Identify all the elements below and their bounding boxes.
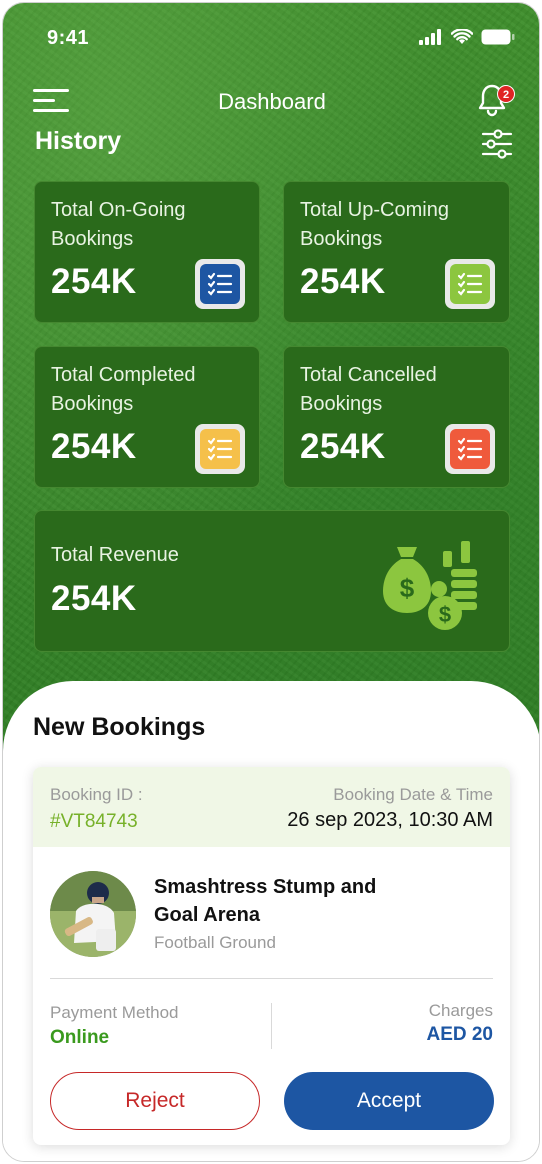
reject-button[interactable]: Reject — [50, 1072, 260, 1130]
divider — [271, 1003, 272, 1049]
status-time: 9:41 — [47, 27, 90, 49]
venue-avatar — [50, 871, 136, 957]
venue-name: Smashtress Stump and Goal Arena — [154, 876, 377, 926]
wifi-icon — [451, 29, 473, 44]
battery-icon — [481, 29, 515, 45]
booking-id-label: Booking ID : — [50, 785, 143, 804]
booking-datetime-label: Booking Date & Time — [333, 785, 493, 804]
stat-card-completed[interactable]: Total Completed Bookings 254K — [34, 346, 260, 488]
charges-amount: AED 20 — [426, 1024, 493, 1045]
accept-button[interactable]: Accept — [284, 1072, 494, 1130]
booking-datetime: 26 sep 2023, 10:30 AM — [287, 809, 493, 831]
status-icons — [419, 29, 515, 45]
venue-type: Football Ground — [154, 933, 276, 952]
notifications-button[interactable]: 2 — [477, 83, 515, 119]
checklist-icon — [200, 264, 240, 304]
revenue-label: Total Revenue — [51, 544, 179, 566]
stat-icon-wrap — [445, 259, 495, 309]
dashboard-hero: 9:41 Dashboard 2 History Total On-Going … — [3, 3, 539, 763]
stat-value: 254K — [51, 427, 137, 466]
notification-badge: 2 — [497, 85, 515, 103]
filter-button[interactable] — [481, 129, 513, 159]
checklist-icon — [450, 264, 490, 304]
stat-value: 254K — [51, 262, 137, 301]
stat-icon-wrap — [195, 424, 245, 474]
stat-card-cancelled[interactable]: Total Cancelled Bookings 254K — [283, 346, 510, 488]
divider — [50, 978, 493, 979]
section-title: History — [35, 127, 122, 155]
stat-label: Total Completed Bookings — [51, 364, 196, 415]
stat-card-ongoing[interactable]: Total On-Going Bookings 254K — [34, 181, 260, 323]
stat-card-revenue[interactable]: Total Revenue 254K $ $ — [34, 510, 510, 652]
stat-icon-wrap — [195, 259, 245, 309]
checklist-icon — [200, 429, 240, 469]
stat-label: Total Up-Coming Bookings — [300, 199, 449, 250]
payment-method-label: Payment Method — [50, 1003, 179, 1022]
charges-label: Charges — [428, 1001, 493, 1020]
new-bookings-sheet: New Bookings Booking ID : #VT84743 Booki… — [3, 681, 539, 1161]
stat-card-upcoming[interactable]: Total Up-Coming Bookings 254K — [283, 181, 510, 323]
new-bookings-title: New Bookings — [33, 713, 206, 741]
cellular-signal-icon — [419, 29, 441, 45]
booking-id: #VT84743 — [50, 811, 138, 832]
payment-method: Online — [50, 1027, 110, 1048]
stat-value: 254K — [300, 427, 386, 466]
money-bags-chart-icon: $ $ — [383, 541, 477, 630]
stat-label: Total On-Going Bookings — [51, 199, 186, 250]
cricket-player-photo-icon — [50, 871, 136, 957]
page-title: Dashboard — [218, 89, 326, 114]
stat-label: Total Cancelled Bookings — [300, 364, 437, 415]
booking-card[interactable]: Booking ID : #VT84743 Booking Date & Tim… — [33, 767, 510, 1145]
filter-sliders-icon — [481, 129, 513, 159]
booking-header: Booking ID : #VT84743 Booking Date & Tim… — [33, 767, 510, 847]
phone-screen: 9:41 Dashboard 2 History Total On-Going … — [2, 2, 540, 1162]
stat-value: 254K — [300, 262, 386, 301]
checklist-icon — [450, 429, 490, 469]
revenue-value: 254K — [51, 579, 137, 618]
svg-text:$: $ — [439, 602, 451, 627]
svg-text:$: $ — [400, 573, 415, 603]
stat-icon-wrap — [445, 424, 495, 474]
